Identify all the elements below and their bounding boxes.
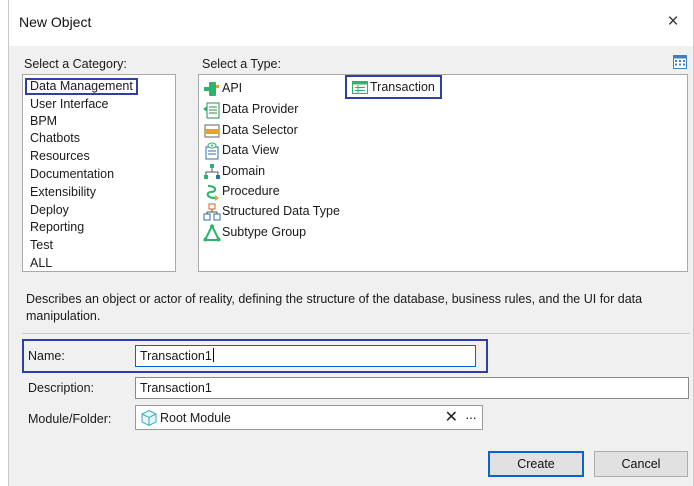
data-selector-icon bbox=[204, 124, 220, 137]
type-item-label: Subtype Group bbox=[222, 225, 307, 239]
category-item-test[interactable]: Test bbox=[27, 237, 56, 254]
type-item-domain[interactable]: Domain bbox=[203, 162, 265, 181]
new-object-dialog: New Object × Select a Category: Select a… bbox=[8, 0, 694, 486]
view-toggle-icon[interactable] bbox=[673, 55, 687, 72]
cancel-button[interactable]: Cancel bbox=[594, 451, 688, 477]
type-item-transaction[interactable]: Transaction bbox=[345, 75, 442, 99]
type-item-label: Procedure bbox=[222, 184, 280, 198]
type-item-data-provider[interactable]: Data Provider bbox=[203, 100, 298, 119]
separator bbox=[22, 333, 690, 334]
type-item-structured-data-type[interactable]: Structured Data Type bbox=[203, 202, 340, 221]
category-item-data-management[interactable]: Data Management bbox=[25, 78, 138, 95]
description-input[interactable]: Transaction1 bbox=[135, 377, 689, 399]
category-item-bpm[interactable]: BPM bbox=[27, 113, 60, 130]
module-folder-field[interactable]: Root Module ✕ ··· bbox=[135, 405, 483, 430]
procedure-icon bbox=[206, 184, 219, 201]
transaction-icon bbox=[352, 81, 368, 94]
category-item-user-interface[interactable]: User Interface bbox=[27, 96, 112, 113]
type-item-label: Data View bbox=[222, 143, 279, 157]
type-item-label: Domain bbox=[222, 164, 266, 178]
dialog-title: New Object bbox=[19, 14, 92, 30]
name-input[interactable]: Transaction1 bbox=[135, 345, 476, 367]
domain-icon bbox=[204, 163, 220, 179]
name-input-value: Transaction1 bbox=[140, 349, 212, 363]
structured-data-type-icon bbox=[203, 203, 221, 220]
category-item-resources[interactable]: Resources bbox=[27, 148, 93, 165]
api-icon bbox=[204, 81, 219, 96]
category-item-deploy[interactable]: Deploy bbox=[27, 202, 72, 219]
type-item-data-view[interactable]: Data View bbox=[203, 141, 279, 160]
create-button[interactable]: Create bbox=[488, 451, 584, 477]
module-folder-value: Root Module bbox=[160, 410, 231, 425]
subtype-group-icon bbox=[203, 223, 221, 241]
category-item-reporting[interactable]: Reporting bbox=[27, 219, 87, 236]
category-item-documentation[interactable]: Documentation bbox=[27, 166, 117, 183]
category-item-all[interactable]: ALL bbox=[27, 255, 55, 272]
type-item-label: Transaction bbox=[370, 79, 435, 94]
type-label: Select a Type: bbox=[202, 57, 281, 71]
type-item-procedure[interactable]: Procedure bbox=[203, 182, 280, 201]
browse-ellipsis-icon[interactable]: ··· bbox=[465, 407, 477, 427]
type-item-api[interactable]: API bbox=[203, 79, 242, 98]
description-label: Description: bbox=[28, 381, 94, 395]
type-item-label: API bbox=[222, 81, 243, 95]
type-item-label: Data Selector bbox=[222, 123, 298, 137]
category-label: Select a Category: bbox=[24, 57, 127, 71]
data-view-icon bbox=[205, 142, 219, 159]
text-caret bbox=[212, 348, 214, 362]
clear-icon[interactable]: ✕ bbox=[445, 408, 458, 428]
type-item-label: Data Provider bbox=[222, 102, 299, 116]
module-folder-label: Module/Folder: bbox=[28, 412, 112, 426]
category-list[interactable]: Data Management User Interface BPM Chatb… bbox=[22, 74, 176, 272]
data-provider-icon bbox=[203, 102, 220, 118]
type-description: Describes an object or actor of reality,… bbox=[26, 292, 643, 323]
category-item-chatbots[interactable]: Chatbots bbox=[27, 130, 83, 147]
name-label: Name: bbox=[28, 349, 65, 363]
module-cube-icon bbox=[141, 409, 157, 426]
title-bar: New Object × bbox=[9, 0, 693, 46]
close-icon[interactable]: × bbox=[661, 10, 685, 34]
type-item-subtype-group[interactable]: Subtype Group bbox=[203, 223, 306, 242]
category-item-extensibility[interactable]: Extensibility bbox=[27, 184, 99, 201]
type-list[interactable]: API Data Provider Data Selector Data Vie… bbox=[198, 74, 688, 272]
type-item-data-selector[interactable]: Data Selector bbox=[203, 121, 298, 140]
type-item-label: Structured Data Type bbox=[222, 204, 340, 218]
